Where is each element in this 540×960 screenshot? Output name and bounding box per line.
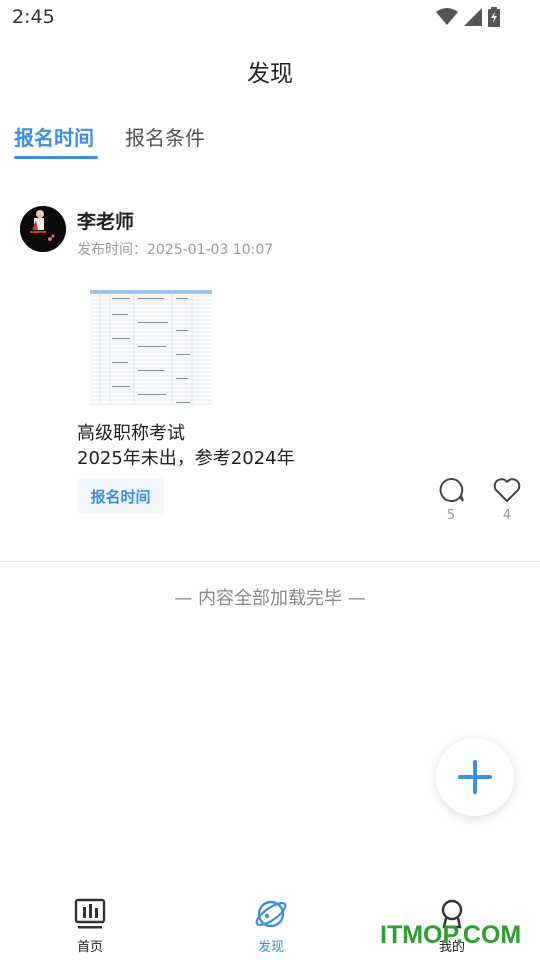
like-button[interactable]: 4 [487, 476, 527, 523]
post-text-line-1: 高级职称考试 [77, 423, 185, 444]
signal-icon [464, 8, 482, 26]
tab-registration-time[interactable]: 报名时间 [14, 122, 94, 151]
divider [0, 561, 540, 562]
like-count: 4 [502, 508, 512, 523]
comment-icon [439, 477, 464, 502]
author-name[interactable]: 李老师 [77, 207, 134, 234]
post-time: 发布时间：2025-01-03 10:07 [77, 242, 274, 258]
wifi-icon [436, 8, 458, 25]
avatar-image [20, 206, 66, 252]
nav-item-discover[interactable]: 发现 [231, 898, 311, 955]
battery-icon [488, 7, 500, 27]
nav-item-home[interactable]: 首页 [50, 898, 130, 955]
page-title: 发现 [247, 61, 293, 87]
end-of-content-text: — 内容全部加载完毕 — [174, 588, 366, 609]
add-post-button[interactable] [436, 738, 514, 816]
post-content[interactable]: 高级职称考试 2025年未出，参考2024年 [77, 421, 295, 471]
post-text-line-2: 2025年未出，参考2024年 [77, 448, 295, 469]
status-bar: 2:45 [0, 0, 540, 36]
tab-active-indicator [14, 156, 98, 159]
status-time: 2:45 [12, 6, 55, 28]
plus-icon [458, 760, 492, 794]
tab-registration-conditions[interactable]: 报名条件 [125, 122, 205, 151]
nav-label-home: 首页 [76, 940, 103, 955]
avatar[interactable] [20, 206, 66, 252]
comment-button[interactable]: 5 [431, 476, 471, 523]
heart-icon [493, 478, 521, 502]
status-icons [436, 7, 500, 27]
comment-count: 5 [446, 508, 456, 523]
itmop-watermark: ITMOP.COM [380, 921, 522, 949]
table-thumbnail-image [88, 286, 214, 408]
topic-tag[interactable]: 报名时间 [77, 478, 164, 514]
discover-icon [255, 900, 287, 928]
post-image[interactable] [88, 286, 214, 408]
nav-label-discover: 发现 [257, 940, 284, 955]
home-icon [74, 898, 106, 929]
